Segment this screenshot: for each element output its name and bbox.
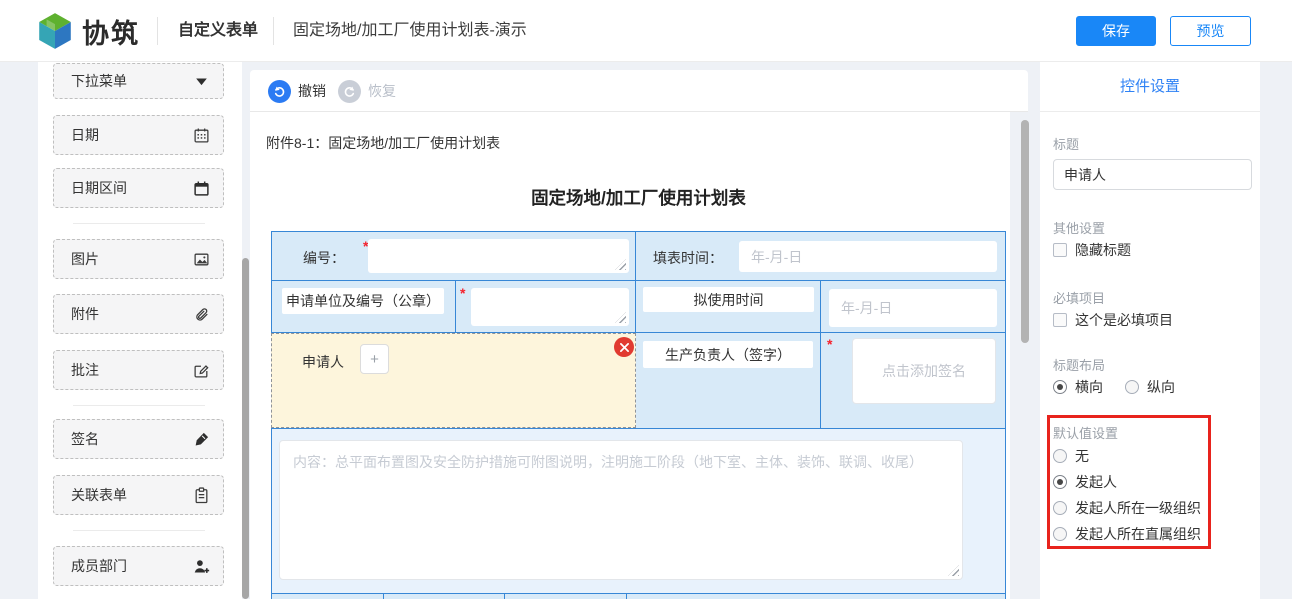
planned-time-label: 拟使用时间 (643, 287, 814, 312)
undo-button[interactable]: 撤销 (268, 70, 326, 112)
palette-item-dropdown[interactable]: 下拉菜单 (53, 63, 224, 99)
control-palette: 下拉菜单 日期 日期区间 图片 附件 (38, 62, 242, 599)
redo-button[interactable]: 恢复 (338, 70, 396, 112)
nav-custom-form-label: 自定义表单 (178, 0, 258, 62)
required-option: 这个是必填项目 (1053, 310, 1173, 330)
palette-scrollbar-thumb[interactable] (242, 258, 249, 599)
applicant-label: 申请人 (302, 352, 344, 372)
applicant-cell-selected[interactable]: 申请人 + (271, 333, 636, 428)
palette-divider (73, 530, 205, 531)
table-row-content (272, 429, 1005, 594)
app-header: 协筑 自定义表单 固定场地/加工厂使用计划表-演示 保存 预览 (0, 0, 1292, 62)
other-settings-label: 其他设置 (1053, 218, 1105, 237)
form-canvas: 附件8-1：固定场地/加工厂使用计划表 固定场地/加工厂使用计划表 编号： * … (250, 112, 1010, 599)
close-icon (620, 343, 629, 352)
field-title-input[interactable] (1053, 159, 1252, 190)
app-logo: 协筑 (36, 11, 140, 51)
logo-text: 协筑 (82, 12, 140, 51)
fill-time-cell[interactable]: 填表时间： (636, 232, 1005, 280)
palette-divider (73, 405, 205, 406)
hide-title-checkbox[interactable] (1053, 243, 1067, 257)
planned-time-label-cell[interactable]: 拟使用时间 (636, 281, 821, 332)
palette-item-attachment[interactable]: 附件 (53, 294, 224, 334)
apply-unit-label-cell[interactable]: 申请单位及编号（公章） (272, 281, 456, 332)
planned-time-input-cell[interactable] (821, 281, 1005, 332)
layout-vertical-radio[interactable] (1125, 380, 1139, 394)
layout-section-label: 标题布局 (1053, 355, 1105, 374)
palette-item-linked-form[interactable]: 关联表单 (53, 475, 224, 515)
canvas-scrollbar-thumb[interactable] (1021, 120, 1029, 343)
layout-horizontal-radio[interactable] (1053, 380, 1067, 394)
annotate-icon (193, 362, 210, 379)
clipboard-icon (193, 487, 210, 504)
form-table: 编号： * 填表时间： 申请单位及编号（公章） * (271, 231, 1006, 599)
pen-icon (193, 431, 210, 448)
settings-panel-title: 控件设置 (1040, 62, 1260, 112)
calendar-range-icon (193, 180, 210, 197)
palette-item-member-department[interactable]: 成员部门 (53, 546, 224, 586)
calendar-icon (193, 127, 210, 144)
palette-item-signature[interactable]: 签名 (53, 419, 224, 459)
header-divider (157, 17, 158, 45)
table-row-apply-unit: 申请单位及编号（公章） * 拟使用时间 (272, 281, 1005, 333)
producer-label: 生产负责人（签字） (643, 341, 813, 368)
required-checkbox[interactable] (1053, 313, 1067, 327)
save-button[interactable]: 保存 (1076, 16, 1156, 46)
delete-control-button[interactable] (614, 337, 634, 357)
resize-grip[interactable] (615, 312, 626, 323)
required-mark: * (827, 336, 832, 352)
palette-item-date-range[interactable]: 日期区间 (53, 168, 224, 208)
add-member-button[interactable]: + (360, 344, 389, 374)
palette-item-image[interactable]: 图片 (53, 239, 224, 279)
apply-unit-input[interactable] (471, 288, 629, 326)
preview-button[interactable]: 预览 (1170, 16, 1251, 46)
resize-grip[interactable] (615, 259, 626, 270)
canvas-toolbar: 撤销 恢复 (250, 70, 1028, 112)
app-screen: 协筑 自定义表单 固定场地/加工厂使用计划表-演示 保存 预览 下拉菜单 日期 … (0, 0, 1292, 599)
palette-divider (73, 223, 205, 224)
table-row-number: 编号： * 填表时间： (272, 232, 1005, 281)
logo-icon (36, 11, 74, 51)
required-section-label: 必填项目 (1053, 288, 1105, 307)
attachment-heading: 附件8-1：固定场地/加工厂使用计划表 (266, 133, 500, 153)
undo-icon (268, 80, 291, 103)
image-icon (193, 251, 210, 268)
planned-time-date-input[interactable] (829, 289, 997, 327)
member-add-icon (193, 558, 210, 575)
fill-time-date-input[interactable] (739, 241, 997, 272)
table-partial-row (272, 594, 1005, 599)
hide-title-option: 隐藏标题 (1053, 240, 1131, 260)
content-field-wrap (279, 440, 963, 580)
dropdown-icon (193, 73, 210, 90)
content-textarea[interactable] (279, 440, 963, 580)
number-label: 编号： (303, 248, 345, 268)
header-divider (273, 17, 274, 45)
producer-label-cell[interactable]: 生产负责人（签字） (636, 333, 821, 428)
required-mark: * (460, 285, 465, 301)
form-title: 固定场地/加工厂使用计划表 (271, 185, 1006, 210)
layout-radio-group: 横向 纵向 (1053, 377, 1175, 397)
number-input[interactable] (368, 239, 629, 273)
signature-area[interactable]: 点击添加签名 (852, 338, 996, 404)
number-cell[interactable]: 编号： * (272, 232, 636, 280)
palette-item-date[interactable]: 日期 (53, 115, 224, 155)
document-title: 固定场地/加工厂使用计划表-演示 (293, 0, 527, 62)
field-title-section-label: 标题 (1053, 134, 1079, 153)
apply-unit-input-cell[interactable]: * (456, 281, 636, 332)
apply-unit-label: 申请单位及编号（公章） (282, 288, 444, 314)
redo-icon (338, 80, 361, 103)
annotation-highlight-box (1047, 415, 1211, 549)
palette-item-annotation[interactable]: 批注 (53, 350, 224, 390)
table-row-applicant: 申请人 + 生产负责人（签字） * 点击添加签名 (272, 333, 1005, 429)
fill-time-label: 填表时间： (653, 248, 723, 268)
producer-signature-cell[interactable]: * 点击添加签名 (821, 333, 1005, 428)
paperclip-icon (193, 306, 210, 323)
